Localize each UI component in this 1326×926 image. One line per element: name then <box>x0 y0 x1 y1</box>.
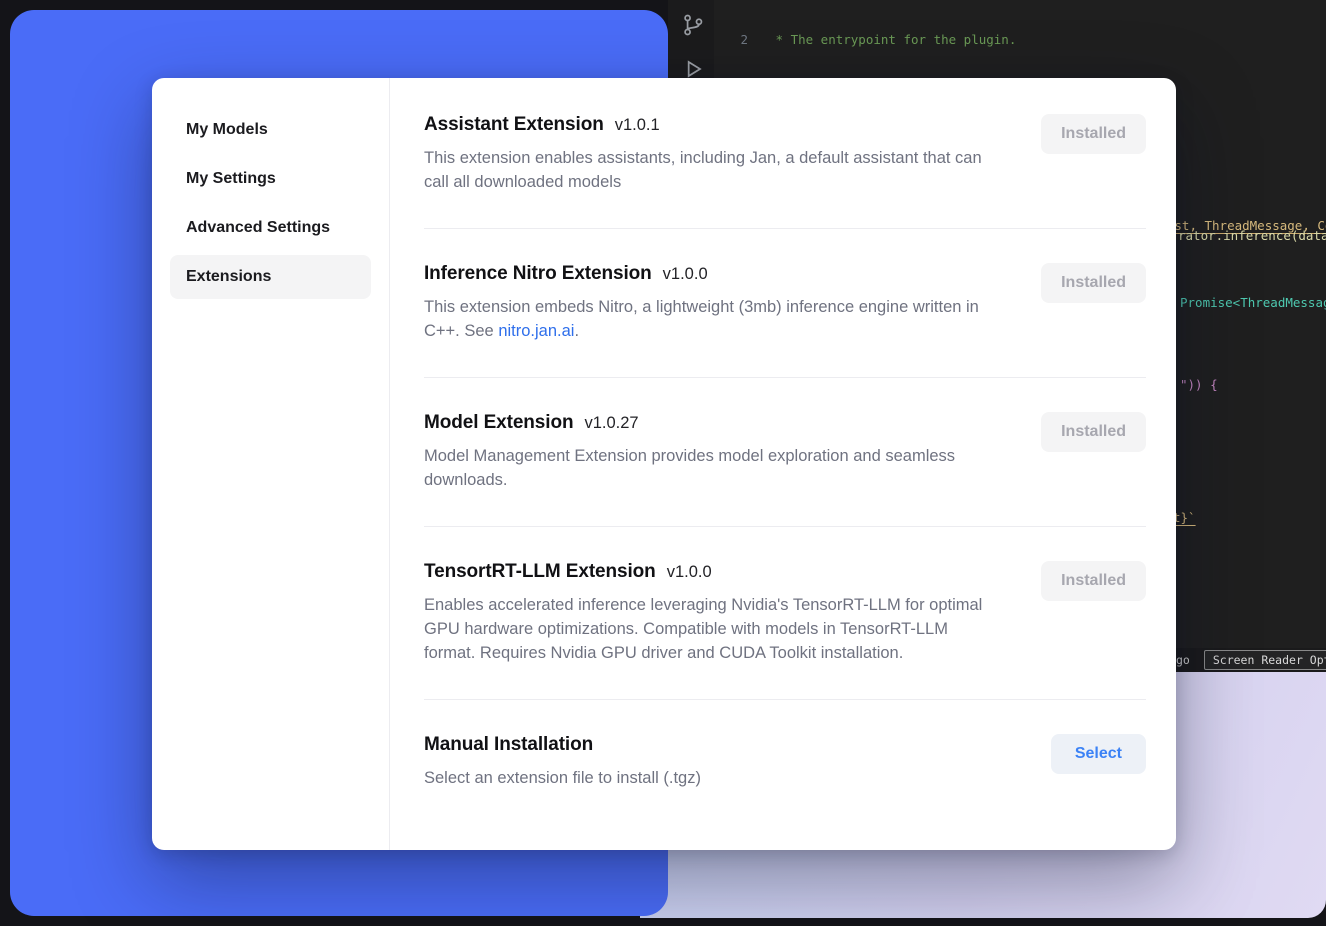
code-fragment: ")) { <box>1180 378 1218 392</box>
installed-button[interactable]: Installed <box>1041 412 1146 452</box>
code-text: * The entrypoint for the plugin. <box>768 32 1016 47</box>
extension-description: Enables accelerated inference leveraging… <box>424 593 1002 665</box>
manual-installation-row: Manual Installation Select an extension … <box>424 700 1146 790</box>
settings-card: My Models My Settings Advanced Settings … <box>152 78 1176 850</box>
extension-row-assistant: Assistant Extension v1.0.1 This extensio… <box>424 114 1146 229</box>
extension-title: TensortRT-LLM Extension <box>424 561 656 583</box>
sidebar-item-my-settings[interactable]: My Settings <box>170 157 371 201</box>
manual-installation-title: Manual Installation <box>424 734 593 756</box>
installed-button[interactable]: Installed <box>1041 561 1146 601</box>
line-number: 2 <box>714 32 768 49</box>
extension-title: Assistant Extension <box>424 114 604 136</box>
extension-row-inference-nitro: Inference Nitro Extension v1.0.0 This ex… <box>424 229 1146 378</box>
manual-installation-description: Select an extension file to install (.tg… <box>424 766 701 790</box>
installed-button[interactable]: Installed <box>1041 263 1146 303</box>
extension-description: This extension enables assistants, inclu… <box>424 146 1002 194</box>
extension-version: v1.0.1 <box>615 116 660 135</box>
extension-row-tensorrt-llm: TensortRT-LLM Extension v1.0.0 Enables a… <box>424 527 1146 700</box>
select-file-button[interactable]: Select <box>1051 734 1146 774</box>
extension-description: This extension embeds Nitro, a lightweig… <box>424 295 1002 343</box>
extension-version: v1.0.0 <box>663 265 708 284</box>
extension-version: v1.0.0 <box>667 563 712 582</box>
settings-sidebar: My Models My Settings Advanced Settings … <box>152 78 390 850</box>
extension-row-model: Model Extension v1.0.27 Model Management… <box>424 378 1146 527</box>
sidebar-item-my-models[interactable]: My Models <box>170 108 371 152</box>
extension-title: Model Extension <box>424 412 573 434</box>
desktop: 2 * The entrypoint for the plugin. 3 */ … <box>0 0 1326 926</box>
code-line: 2 * The entrypoint for the plugin. <box>714 32 1326 49</box>
code-fragment: Promise<ThreadMessage> <box>1180 296 1326 310</box>
extensions-panel: Assistant Extension v1.0.1 This extensio… <box>390 78 1176 850</box>
extension-title: Inference Nitro Extension <box>424 263 652 285</box>
status-text: go <box>1176 653 1190 667</box>
sidebar-item-extensions[interactable]: Extensions <box>170 255 371 299</box>
code-fragment: rator.inference(data)); <box>1178 229 1326 243</box>
screen-reader-optimize-button[interactable]: Screen Reader Optimize <box>1204 650 1326 670</box>
installed-button[interactable]: Installed <box>1041 114 1146 154</box>
nitro-link[interactable]: nitro.jan.ai <box>498 322 574 340</box>
source-control-icon[interactable] <box>680 12 706 38</box>
description-text: . <box>574 322 579 340</box>
sidebar-item-advanced-settings[interactable]: Advanced Settings <box>170 206 371 250</box>
code-fragment: t}` <box>1173 511 1196 525</box>
extension-description: Model Management Extension provides mode… <box>424 444 1002 492</box>
extension-version: v1.0.27 <box>584 414 638 433</box>
